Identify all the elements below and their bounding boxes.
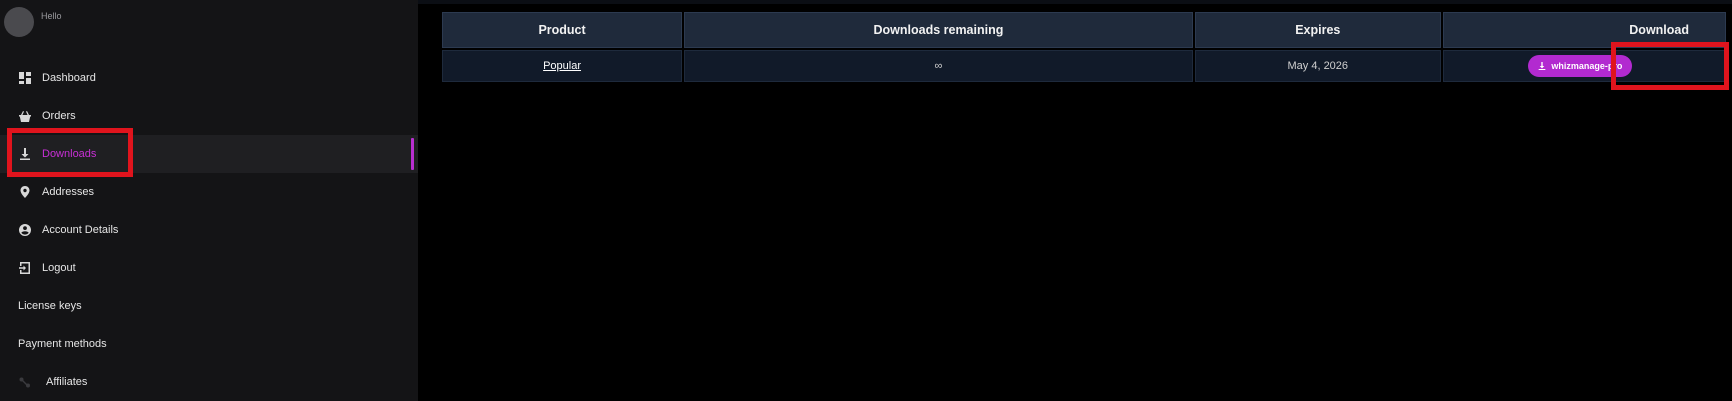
sidebar-item-account-details[interactable]: Account Details [0, 211, 418, 249]
sidebar-item-label: Payment methods [18, 338, 107, 350]
download-cell: whizmanage-pro [1442, 50, 1726, 82]
column-header-downloads-remaining: Downloads remaining [684, 12, 1193, 48]
expires-cell: May 4, 2026 [1194, 50, 1441, 82]
account-sidebar: Hello Dashboard Orders Downloads Address… [0, 0, 418, 401]
download-icon [1539, 62, 1546, 70]
download-icon [18, 147, 32, 161]
link-icon [18, 375, 32, 389]
table-row: Popular ∞ May 4, 2026 whizmanage-pro [442, 50, 1726, 82]
basket-icon [18, 109, 32, 123]
sidebar-item-label: Downloads [42, 148, 97, 160]
sidebar-item-affiliates[interactable]: Affiliates [0, 363, 418, 401]
page: Hello Dashboard Orders Downloads Address… [0, 0, 1732, 401]
main-content: Product Downloads remaining Expires Down… [418, 0, 1732, 401]
download-button-label: whizmanage-pro [1551, 61, 1623, 71]
dashboard-icon [18, 71, 32, 85]
product-cell: Popular [442, 50, 683, 82]
sidebar-item-logout[interactable]: Logout [0, 249, 418, 287]
sidebar-item-label: Orders [42, 110, 76, 122]
downloads-table: Product Downloads remaining Expires Down… [440, 10, 1728, 84]
sidebar-item-label: Dashboard [42, 72, 96, 84]
top-border [418, 0, 1732, 4]
account-circle-icon [18, 223, 32, 237]
column-header-download: Download [1442, 12, 1726, 48]
sidebar-item-downloads[interactable]: Downloads [0, 135, 418, 173]
sidebar-item-orders[interactable]: Orders [0, 97, 418, 135]
column-header-product: Product [442, 12, 683, 48]
location-pin-icon [18, 185, 32, 199]
sidebar-item-addresses[interactable]: Addresses [0, 173, 418, 211]
sidebar-item-label: License keys [18, 300, 82, 312]
avatar[interactable] [4, 7, 34, 37]
greeting-text: Hello [41, 11, 62, 21]
table-header-row: Product Downloads remaining Expires Down… [442, 12, 1726, 48]
sidebar-item-license-keys[interactable]: License keys [0, 287, 418, 325]
sidebar-item-dashboard[interactable]: Dashboard [0, 59, 418, 97]
column-header-download-label: Download [1629, 23, 1689, 37]
sidebar-item-payment-methods[interactable]: Payment methods [0, 325, 418, 363]
sidebar-item-label: Account Details [42, 224, 119, 236]
product-link[interactable]: Popular [543, 60, 581, 72]
account-navigation: Dashboard Orders Downloads Addresses Acc… [0, 59, 418, 401]
downloads-remaining-cell: ∞ [684, 50, 1193, 82]
profile-header: Hello [4, 7, 62, 37]
sidebar-item-label: Logout [42, 262, 76, 274]
logout-icon [18, 261, 32, 275]
sidebar-item-label: Addresses [42, 186, 94, 198]
download-file-button[interactable]: whizmanage-pro [1528, 55, 1633, 77]
sidebar-item-label: Affiliates [46, 376, 88, 388]
column-header-expires: Expires [1194, 12, 1441, 48]
